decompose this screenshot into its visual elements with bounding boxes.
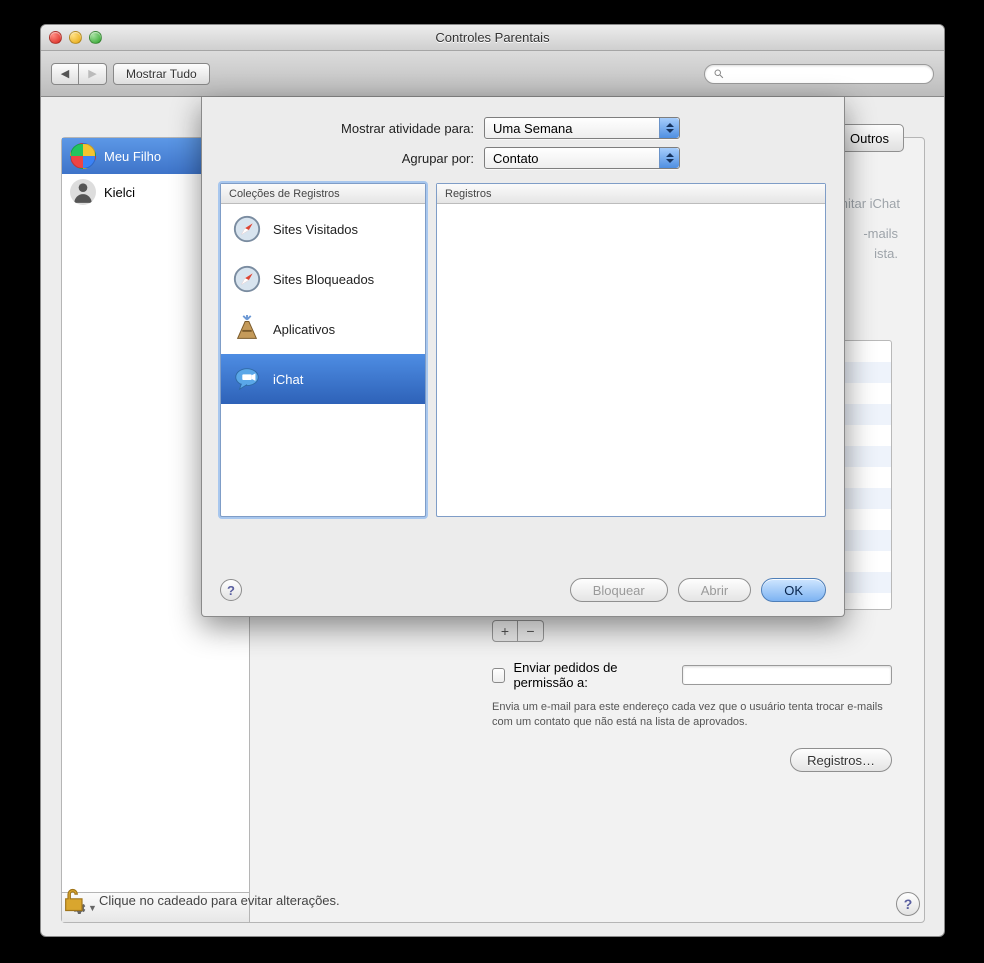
stepper-icon — [659, 148, 679, 168]
search-input[interactable] — [731, 68, 925, 80]
close-icon[interactable] — [49, 31, 62, 44]
lock-text: Clique no cadeado para evitar alterações… — [99, 893, 340, 908]
collection-label: Sites Visitados — [273, 222, 358, 237]
stepper-icon — [659, 118, 679, 138]
zoom-icon[interactable] — [89, 31, 102, 44]
titlebar: Controles Parentais — [41, 25, 944, 51]
permission-email-input[interactable] — [682, 665, 892, 685]
registros-button[interactable]: Registros… — [790, 748, 892, 772]
collections-column: Coleções de Registros Sites Visitados Si… — [220, 183, 426, 517]
permission-section: Enviar pedidos de permissão a: Envia um … — [492, 660, 892, 731]
add-remove-segment: + − — [492, 620, 544, 642]
permission-checkbox[interactable] — [492, 668, 505, 683]
bg-text-mails: -mails — [863, 226, 898, 241]
avatar-icon — [70, 179, 96, 205]
collection-aplicativos[interactable]: Aplicativos — [221, 304, 425, 354]
permission-label: Enviar pedidos de permissão a: — [513, 660, 674, 690]
ichat-icon — [231, 363, 263, 395]
search-icon — [713, 68, 725, 80]
activity-popup[interactable]: Uma Semana — [484, 117, 680, 139]
show-all-button[interactable]: Mostrar Tudo — [113, 63, 210, 85]
minimize-icon[interactable] — [69, 31, 82, 44]
child-icon — [70, 143, 96, 169]
lock-bar[interactable]: Clique no cadeado para evitar alterações… — [61, 886, 340, 914]
group-value: Contato — [493, 151, 539, 166]
window-title: Controles Parentais — [41, 30, 944, 45]
help-button[interactable]: ? — [896, 892, 920, 916]
forward-button[interactable]: ▶ — [79, 63, 107, 85]
collection-ichat[interactable]: iChat — [221, 354, 425, 404]
activity-label: Mostrar atividade para: — [341, 121, 474, 136]
safari-icon — [231, 263, 263, 295]
padlock-open-icon — [61, 886, 89, 914]
collection-label: Sites Bloqueados — [273, 272, 374, 287]
logs-sheet: Mostrar atividade para: Uma Semana Agrup… — [201, 97, 845, 617]
records-column: Registros — [436, 183, 826, 517]
collection-label: iChat — [273, 372, 303, 387]
content: Outros Lim. Tempo Meu Filho Kielci ▼ — [41, 97, 944, 936]
collection-label: Aplicativos — [273, 322, 335, 337]
sheet-help-button[interactable]: ? — [220, 579, 242, 601]
preferences-window: Controles Parentais ◀ ▶ Mostrar Tudo Out… — [40, 24, 945, 937]
collection-sites-bloqueados[interactable]: Sites Bloqueados — [221, 254, 425, 304]
safari-icon — [231, 213, 263, 245]
traffic-lights — [49, 31, 102, 44]
bloquear-button[interactable]: Bloquear — [570, 578, 668, 602]
bg-text-ista: ista. — [874, 246, 898, 261]
toolbar: ◀ ▶ Mostrar Tudo — [41, 51, 944, 97]
back-button[interactable]: ◀ — [51, 63, 79, 85]
collection-sites-visitados[interactable]: Sites Visitados — [221, 204, 425, 254]
nav-segment: ◀ ▶ — [51, 63, 107, 85]
permission-note: Envia um e-mail para este endereço cada … — [492, 700, 892, 731]
abrir-button[interactable]: Abrir — [678, 578, 751, 602]
records-header: Registros — [437, 184, 825, 204]
search-field[interactable] — [704, 64, 934, 84]
sheet-footer: ? Bloquear Abrir OK — [220, 578, 826, 602]
add-button[interactable]: + — [492, 620, 518, 642]
sidebar-user-label: Meu Filho — [104, 149, 161, 164]
tab-outros[interactable]: Outros — [835, 124, 904, 152]
activity-value: Uma Semana — [493, 121, 572, 136]
group-label: Agrupar por: — [402, 151, 474, 166]
applications-icon — [231, 313, 263, 345]
group-popup[interactable]: Contato — [484, 147, 680, 169]
collections-header: Coleções de Registros — [221, 184, 425, 204]
sidebar-user-label: Kielci — [104, 185, 135, 200]
remove-button[interactable]: − — [518, 620, 544, 642]
ok-button[interactable]: OK — [761, 578, 826, 602]
